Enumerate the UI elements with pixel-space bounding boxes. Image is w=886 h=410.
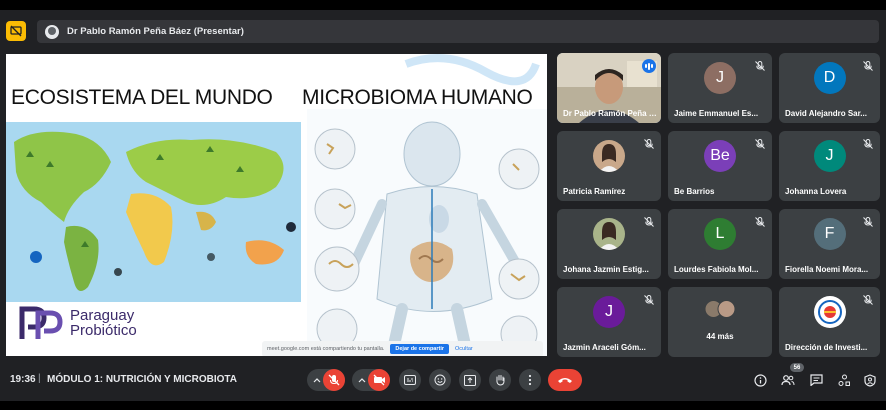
logo-text-line2: Probiótico: [70, 322, 137, 339]
slide-title-right: MICROBIOMA HUMANO: [302, 86, 533, 109]
host-controls-button[interactable]: [862, 372, 878, 388]
participant-tile[interactable]: 44 más: [668, 287, 772, 357]
hide-banner-link[interactable]: Ocultar: [455, 346, 473, 352]
mic-off-icon: [643, 215, 655, 227]
participant-tile[interactable]: Be Be Barrios: [668, 131, 772, 201]
participant-avatar: L: [704, 218, 736, 251]
meeting-title: MÓDULO 1: NUTRICIÓN Y MICROBIOTA: [47, 374, 237, 385]
emoji-icon: [434, 374, 446, 386]
participant-name: Johanna Lovera: [785, 187, 847, 196]
camera-toggle-button[interactable]: [368, 369, 390, 391]
activities-icon: [838, 374, 850, 386]
participant-avatar: J: [704, 62, 736, 95]
participant-tile[interactable]: Johana Jazmin Estig...: [557, 209, 661, 279]
participant-tile[interactable]: L Lourdes Fabiola Mol...: [668, 209, 772, 279]
present-off-icon[interactable]: [6, 21, 26, 41]
mic-off-icon: [862, 137, 874, 149]
captions-button[interactable]: [399, 369, 421, 391]
mic-off-icon: [643, 293, 655, 305]
people-count-badge: 56: [790, 363, 804, 372]
mic-off-icon: [862, 59, 874, 71]
meeting-info-button[interactable]: [752, 372, 768, 388]
institution-logo: [813, 296, 846, 329]
logo-mark-icon: [19, 306, 63, 339]
host-controls-icon: [864, 373, 876, 387]
participant-name: Be Barrios: [674, 187, 715, 196]
participant-name: Dr Pablo Ramón Peña Báez: [563, 109, 657, 118]
participant-avatar: J: [813, 140, 846, 173]
meeting-divider: |: [38, 373, 41, 384]
participant-tile[interactable]: F Fiorella Noemi Mora...: [779, 209, 880, 279]
people-button[interactable]: [780, 372, 796, 388]
participant-tile[interactable]: Dr Pablo Ramón Peña Báez: [557, 53, 661, 123]
mic-off-icon: [328, 374, 340, 386]
emoji-button[interactable]: [429, 369, 451, 391]
mic-toggle-button[interactable]: [323, 369, 345, 391]
participant-avatar: F: [813, 218, 846, 251]
participant-avatar: Be: [704, 140, 736, 173]
participant-tile[interactable]: Dirección de Investi...: [779, 287, 880, 357]
participant-photo: [593, 140, 625, 173]
participant-avatar: D: [813, 62, 846, 95]
mic-off-icon: [862, 215, 874, 227]
participant-name: Jazmin Araceli Góm...: [563, 343, 646, 352]
presenter-name: Dr Pablo Ramón Peña Báez (Presentar): [67, 26, 244, 37]
participant-tile[interactable]: J Jazmin Araceli Góm...: [557, 287, 661, 357]
chevron-up-icon: [358, 378, 366, 383]
activities-button[interactable]: [836, 372, 852, 388]
presenter-bar: Dr Pablo Ramón Peña Báez (Presentar): [37, 20, 879, 43]
participant-name: Dirección de Investi...: [785, 343, 868, 352]
mic-off-icon: [754, 215, 766, 227]
participant-photo: [593, 218, 625, 251]
stop-sharing-button[interactable]: Dejar de compartir: [390, 344, 450, 354]
screen-share-banner: meet.google.com está compartiendo tu pan…: [262, 341, 543, 356]
logo-text-line1: Paraguay: [70, 307, 135, 324]
participant-name: 44 más: [706, 332, 734, 341]
participant-name: Johana Jazmin Estig...: [563, 265, 649, 274]
mic-off-icon: [754, 59, 766, 71]
people-icon: [781, 375, 795, 386]
participant-name: Lourdes Fabiola Mol...: [674, 265, 759, 274]
participant-name: David Alejandro Sar...: [785, 109, 867, 118]
participant-avatar: J: [593, 296, 625, 329]
participant-name: Jaime Emmanuel Es...: [674, 109, 759, 118]
mic-off-icon: [862, 293, 874, 305]
hang-up-button[interactable]: [548, 369, 582, 391]
participant-tile[interactable]: D David Alejandro Sar...: [779, 53, 880, 123]
presenter-avatar: [45, 24, 59, 39]
chevron-up-icon: [313, 378, 321, 383]
participant-name: Patricia Ramírez: [563, 187, 626, 196]
mic-off-icon: [754, 137, 766, 149]
mic-off-icon: [643, 137, 655, 149]
hang-up-icon: [558, 378, 572, 383]
more-participants-avatars: [704, 300, 736, 318]
shared-slide: ECOSISTEMA DEL MUNDO MICROBIOMA HUMANO P…: [6, 54, 547, 356]
chat-button[interactable]: [808, 372, 824, 388]
paraguay-probiotico-logo: Paraguay Probiótico: [18, 303, 137, 343]
participant-tile[interactable]: J Jaime Emmanuel Es...: [668, 53, 772, 123]
participant-tile[interactable]: J Johanna Lovera: [779, 131, 880, 201]
speaking-indicator-icon: [642, 59, 656, 73]
window-top-border: [0, 0, 886, 10]
human-microbiome-illustration: [307, 109, 547, 356]
more-options-icon: [528, 374, 532, 386]
chat-icon: [809, 374, 823, 386]
participant-name: Fiorella Noemi Mora...: [785, 265, 869, 274]
participant-tile[interactable]: Patricia Ramírez: [557, 131, 661, 201]
camera-off-icon: [373, 374, 385, 386]
info-icon: [753, 373, 767, 387]
present-screen-button[interactable]: [459, 369, 481, 391]
raise-hand-icon: [495, 375, 504, 386]
window-bottom-border: [0, 401, 886, 410]
share-notice-text: meet.google.com está compartiendo tu pan…: [267, 346, 385, 352]
meeting-clock: 19:36: [10, 374, 36, 385]
present-screen-icon: [464, 374, 476, 386]
more-options-button[interactable]: [519, 369, 541, 391]
raise-hand-button[interactable]: [489, 369, 511, 391]
slide-title-left: ECOSISTEMA DEL MUNDO: [11, 86, 273, 109]
captions-icon: [404, 375, 416, 385]
